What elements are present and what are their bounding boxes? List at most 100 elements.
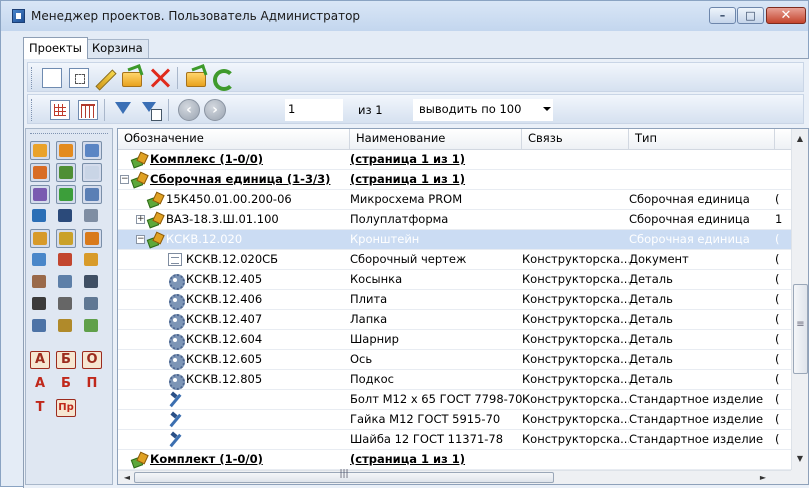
tab-projects[interactable]: Проекты bbox=[23, 37, 88, 59]
edit-icon[interactable] bbox=[95, 68, 115, 88]
column-link[interactable]: Связь bbox=[522, 129, 629, 149]
title-bar[interactable]: Менеджер проектов. Пользователь Админист… bbox=[1, 1, 808, 31]
scroll-right-icon[interactable]: ► bbox=[756, 471, 770, 485]
import-folder-icon[interactable] bbox=[186, 72, 206, 87]
table-row[interactable]: КСКВ.12.406 Плита Конструкторска... Деталь ( bbox=[118, 290, 791, 310]
open-folder-icon[interactable] bbox=[122, 72, 142, 87]
table-row[interactable]: 15К450.01.00.200-06 Микросхема PROM Сбороч… bbox=[118, 190, 791, 210]
column-designation[interactable]: Обозначение bbox=[118, 129, 350, 149]
toolbox-grip[interactable] bbox=[30, 133, 108, 136]
collapse-icon[interactable]: − bbox=[120, 175, 129, 184]
table-row[interactable]: − Сборочная единица (1-3/3) (страница 1 из… bbox=[118, 170, 791, 190]
table-row[interactable]: КСКВ.12.605 Ось Конструкторска... Деталь ( bbox=[118, 350, 791, 370]
letter-button-letter_t[interactable]: Т bbox=[30, 399, 50, 418]
document-star-icon[interactable] bbox=[82, 251, 102, 270]
horizontal-scroll-thumb[interactable] bbox=[134, 469, 554, 483]
window-icon[interactable] bbox=[82, 141, 102, 160]
page-number-input[interactable]: 1 bbox=[285, 99, 343, 121]
wrench-icon[interactable] bbox=[30, 207, 50, 226]
table-row[interactable]: КСКВ.12.407 Лапка Конструкторска... Деталь ( bbox=[118, 310, 791, 330]
scroll-up-icon[interactable]: ▲ bbox=[792, 131, 808, 147]
column-type[interactable]: Тип bbox=[629, 129, 775, 149]
cell-extra: ( bbox=[775, 412, 780, 426]
assembly-icon[interactable] bbox=[56, 163, 76, 182]
table-row[interactable]: КСКВ.12.405 Косынка Конструкторска... Детал… bbox=[118, 270, 791, 290]
letter-button-letters_boxed-2[interactable]: О bbox=[82, 351, 102, 370]
column-name[interactable]: Наименование bbox=[350, 129, 522, 149]
collapse-icon[interactable]: − bbox=[136, 235, 145, 244]
tools-icon[interactable] bbox=[30, 273, 50, 292]
new-document-icon[interactable] bbox=[42, 68, 62, 88]
chart-red-icon[interactable] bbox=[56, 251, 76, 270]
cell-name: (страница 1 из 1) bbox=[350, 152, 466, 166]
table-row[interactable]: + ВАЗ-18.3.Ш.01.100 Полуплатформа Сборочная… bbox=[118, 210, 791, 230]
vertical-scrollbar[interactable]: ▲ ▼ bbox=[791, 129, 808, 470]
tab-trash[interactable]: Корзина bbox=[86, 39, 149, 58]
standard-item-icon bbox=[168, 393, 182, 406]
assembly-alt-icon[interactable] bbox=[30, 185, 50, 204]
delete-icon[interactable] bbox=[150, 68, 170, 88]
assembly-gear-icon[interactable] bbox=[56, 317, 76, 336]
cell-extra: ( bbox=[775, 292, 780, 306]
scroll-down-icon[interactable]: ▼ bbox=[792, 451, 808, 467]
close-button[interactable]: ✕ bbox=[766, 7, 806, 24]
letter-button-letter_pr[interactable]: Пр bbox=[56, 399, 76, 418]
assembly-icon bbox=[148, 193, 162, 206]
link-assembly-icon[interactable] bbox=[30, 229, 50, 248]
letter-button-letters_boxed-0[interactable]: A bbox=[30, 351, 50, 370]
expand-icon[interactable]: + bbox=[136, 215, 145, 224]
question-icon[interactable] bbox=[56, 207, 76, 226]
per-page-select[interactable]: выводить по 100 bbox=[413, 99, 553, 121]
cursor-icon[interactable] bbox=[82, 273, 102, 292]
next-page-button[interactable]: › bbox=[204, 99, 226, 121]
folder-icon[interactable] bbox=[30, 141, 50, 160]
table-row[interactable]: Комплект (1-0/0) (страница 1 из 1) bbox=[118, 450, 791, 470]
table-row[interactable]: Болт М12 х 65 ГОСТ 7798-70 Конструкторска… bbox=[118, 390, 791, 410]
minimize-button[interactable]: – bbox=[709, 7, 736, 24]
settings-icon[interactable] bbox=[82, 229, 102, 248]
magic-icon[interactable] bbox=[30, 295, 50, 314]
letter-button-letters_boxed-1[interactable]: Б bbox=[56, 351, 76, 370]
table-row[interactable]: Комплекс (1-0/0) (страница 1 из 1) bbox=[118, 150, 791, 170]
eraser-icon[interactable] bbox=[82, 207, 102, 226]
gear-blue-icon[interactable] bbox=[30, 317, 50, 336]
folder-open-icon[interactable] bbox=[56, 141, 76, 160]
table-row[interactable]: КСКВ.12.604 Шарнир Конструкторска... Деталь… bbox=[118, 330, 791, 350]
list-icon[interactable] bbox=[82, 163, 102, 182]
filter-settings-icon[interactable] bbox=[141, 100, 162, 121]
table-row[interactable]: КСКВ.12.805 Подкос Конструкторска... Деталь… bbox=[118, 370, 791, 390]
table-icon[interactable] bbox=[78, 100, 98, 120]
search-doc-icon-glyph bbox=[58, 275, 72, 288]
maximize-button[interactable]: □ bbox=[737, 7, 764, 24]
horizontal-scrollbar[interactable]: ◄ ► bbox=[118, 469, 808, 485]
letter-button-letters_plain-1[interactable]: Б bbox=[56, 375, 76, 394]
gear-icon[interactable] bbox=[82, 185, 102, 204]
toolbar-grip[interactable] bbox=[31, 67, 34, 89]
barcode-icon[interactable] bbox=[56, 295, 76, 314]
assembly-green-icon-glyph bbox=[59, 188, 73, 201]
letter-button-letters_plain-0[interactable]: А bbox=[30, 375, 50, 394]
cell-designation: КСКВ.12.020СБ bbox=[186, 252, 279, 266]
drawer-icon[interactable] bbox=[82, 295, 102, 314]
tools-green-icon[interactable] bbox=[82, 317, 102, 336]
scroll-left-icon[interactable]: ◄ bbox=[120, 471, 134, 485]
parts-icon[interactable] bbox=[30, 163, 50, 182]
new-from-template-icon[interactable] bbox=[69, 68, 89, 88]
table-row[interactable]: − КСКВ.12.020 Кронштейн Сборочная единица ( bbox=[118, 230, 791, 250]
chart-icon[interactable] bbox=[30, 251, 50, 270]
prev-page-button[interactable]: ‹ bbox=[178, 99, 200, 121]
gear-orange-icon[interactable] bbox=[56, 229, 76, 248]
assembly-green-icon[interactable] bbox=[56, 185, 76, 204]
table-row[interactable]: КСКВ.12.020СБ Сборочный чертеж Конструктор… bbox=[118, 250, 791, 270]
column-extra[interactable] bbox=[775, 129, 791, 149]
vertical-scroll-thumb[interactable] bbox=[793, 284, 808, 374]
table-row[interactable]: Гайка М12 ГОСТ 5915-70 Конструкторска... С… bbox=[118, 410, 791, 430]
filter-icon[interactable] bbox=[114, 100, 134, 120]
calculator-icon[interactable] bbox=[50, 100, 70, 120]
letter-button-letters_plain-2[interactable]: П bbox=[82, 375, 102, 394]
toolbar-grip[interactable] bbox=[31, 99, 34, 121]
part-gear-icon bbox=[168, 273, 185, 290]
search-doc-icon[interactable] bbox=[56, 273, 76, 292]
refresh-icon[interactable] bbox=[212, 68, 235, 91]
table-row[interactable]: Шайба 12 ГОСТ 11371-78 Конструкторска... С… bbox=[118, 430, 791, 450]
